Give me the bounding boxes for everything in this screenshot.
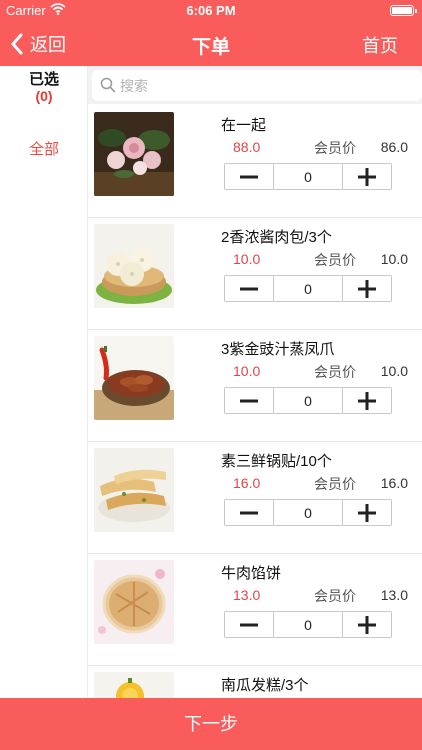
quantity-field[interactable] [274, 164, 342, 189]
battery-icon [390, 5, 417, 16]
flower-bouquet-photo [94, 112, 174, 196]
product-image-beef-pie[interactable] [94, 560, 174, 644]
decrease-button[interactable] [225, 612, 274, 637]
product-image-flower-bouquet[interactable] [94, 112, 174, 196]
product-item: 南瓜发糕/3个 [88, 666, 422, 698]
plus-icon [358, 503, 376, 522]
member-price-value: 86.0 [380, 139, 408, 155]
product-name: 牛肉馅饼 [221, 565, 282, 582]
quantity-field[interactable] [274, 388, 342, 413]
search-box[interactable] [92, 70, 422, 101]
beef-pie-photo [94, 560, 174, 644]
increase-button[interactable] [342, 164, 391, 189]
minus-icon [240, 287, 258, 290]
quantity-field[interactable] [274, 612, 342, 637]
steamed-buns-photo [94, 224, 174, 308]
member-price-value: 10.0 [380, 251, 408, 267]
plus-icon [358, 279, 376, 298]
product-list-panel: 在一起 88.0 会员价 86.0 [88, 66, 422, 698]
back-label: 返回 [30, 35, 66, 55]
plus-icon [358, 391, 376, 410]
product-price: 13.0 [233, 587, 261, 603]
quantity-stepper [224, 499, 392, 526]
product-name: 3紫金豉汁蒸凤爪 [221, 341, 335, 358]
member-price-label: 会员价 [314, 364, 356, 380]
decrease-button[interactable] [225, 388, 274, 413]
pumpkin-cake-photo [94, 672, 174, 698]
member-price-value: 10.0 [380, 363, 408, 379]
product-image-pumpkin-cake[interactable] [94, 672, 174, 698]
member-price-value: 16.0 [380, 475, 408, 491]
member-price-label: 会员价 [314, 476, 356, 492]
product-item: 牛肉馅饼 13.0 会员价 13.0 [88, 554, 422, 666]
quantity-field[interactable] [274, 500, 342, 525]
product-image-potstickers[interactable] [94, 448, 174, 532]
product-name: 在一起 [221, 117, 267, 134]
product-price: 10.0 [233, 363, 261, 379]
minus-icon [240, 623, 258, 626]
product-price: 10.0 [233, 251, 261, 267]
increase-button[interactable] [342, 500, 391, 525]
plus-icon [358, 615, 376, 634]
member-price-label: 会员价 [314, 588, 356, 604]
order-screen: Carrier 6:06 PM 返回 下单 首页 已选 (0) 全部 搜索 在一… [0, 0, 422, 750]
search-input[interactable] [120, 70, 410, 101]
selected-count[interactable]: (0) [0, 88, 88, 104]
plus-icon [358, 167, 376, 186]
quantity-stepper [224, 275, 392, 302]
home-button[interactable]: 首页 [362, 32, 398, 58]
product-price: 16.0 [233, 475, 261, 491]
quantity-stepper [224, 163, 392, 190]
search-icon [100, 77, 116, 93]
increase-button[interactable] [342, 612, 391, 637]
product-name: 南瓜发糕/3个 [221, 677, 309, 694]
quantity-field[interactable] [274, 276, 342, 301]
selected-title[interactable]: 已选 [0, 68, 88, 89]
decrease-button[interactable] [225, 276, 274, 301]
decrease-button[interactable] [225, 164, 274, 189]
potstickers-photo [94, 448, 174, 532]
increase-button[interactable] [342, 388, 391, 413]
member-price-value: 13.0 [380, 587, 408, 603]
product-item: 素三鲜锅贴/10个 16.0 会员价 16.0 [88, 442, 422, 554]
member-price-label: 会员价 [314, 140, 356, 156]
product-image-chicken-feet[interactable] [94, 336, 174, 420]
quantity-stepper [224, 387, 392, 414]
back-button[interactable]: 返回 [10, 30, 66, 58]
product-item: 在一起 88.0 会员价 86.0 [88, 106, 422, 218]
minus-icon [240, 175, 258, 178]
chicken-feet-photo [94, 336, 174, 420]
nav-bar: 返回 下单 首页 [0, 22, 422, 66]
minus-icon [240, 399, 258, 402]
product-price: 88.0 [233, 139, 261, 155]
search-bar [88, 66, 422, 104]
decrease-button[interactable] [225, 500, 274, 525]
chevron-left-icon [11, 33, 23, 55]
product-item: 2香浓酱肉包/3个 10.0 会员价 10.0 [88, 218, 422, 330]
product-name: 2香浓酱肉包/3个 [221, 229, 332, 246]
top-bar: Carrier 6:06 PM 返回 下单 首页 [0, 0, 422, 66]
next-step-button[interactable]: 下一步 [0, 698, 422, 750]
category-sidebar: 已选 (0) 全部 [0, 66, 88, 698]
product-item: 3紫金豉汁蒸凤爪 10.0 会员价 10.0 [88, 330, 422, 442]
increase-button[interactable] [342, 276, 391, 301]
product-name: 素三鲜锅贴/10个 [221, 453, 332, 470]
member-price-label: 会员价 [314, 252, 356, 268]
status-bar: Carrier 6:06 PM [0, 0, 422, 22]
minus-icon [240, 511, 258, 514]
quantity-stepper [224, 611, 392, 638]
clock: 6:06 PM [186, 3, 236, 18]
category-all[interactable]: 全部 [0, 138, 88, 159]
product-image-steamed-buns[interactable] [94, 224, 174, 308]
